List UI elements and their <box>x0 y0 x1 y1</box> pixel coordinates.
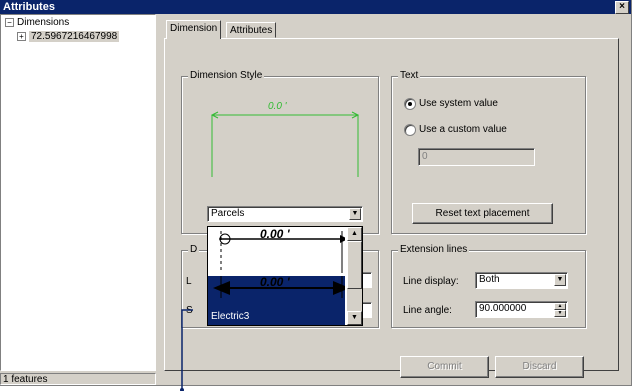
use-custom-value-radio[interactable] <box>404 124 416 136</box>
scroll-down-icon[interactable]: ▼ <box>347 311 362 325</box>
tree-node-label: 72.5967216467998 <box>29 31 120 42</box>
status-bar: 1 features <box>0 373 156 385</box>
button-label: Discard <box>522 361 557 372</box>
preview-text: 0.0 ' <box>268 101 287 112</box>
reset-text-placement-button[interactable]: Reset text placement <box>412 203 553 224</box>
sample-arrowhead <box>333 281 345 295</box>
group-label: D <box>188 244 200 255</box>
commit-button[interactable]: Commit <box>400 356 489 378</box>
scroll-up-icon[interactable]: ▲ <box>347 227 362 241</box>
hidden-row-label: L <box>186 276 192 287</box>
title-bar[interactable]: Attributes × <box>0 0 631 14</box>
dimension-style-list[interactable]: 0.00 ' 0.00 ' Electric3 ▲ ▼ <box>207 226 363 326</box>
use-system-value-label[interactable]: Use system value <box>419 98 498 109</box>
list-item-selected[interactable]: 0.00 ' Electric3 <box>208 275 345 325</box>
sample-text: 0.00 ' <box>260 275 290 289</box>
custom-value: 0 <box>422 151 428 162</box>
tab-label: Dimension <box>170 23 218 34</box>
attributes-window: Attributes × − Dimensions +72.59672164679… <box>0 0 632 386</box>
list-scrollbar[interactable]: ▲ ▼ <box>347 227 362 325</box>
line-angle-field[interactable]: 90.000000 ▲ ▼ <box>475 301 568 318</box>
chevron-down-icon[interactable]: ▼ <box>349 208 361 220</box>
chevron-down-icon[interactable]: ▼ <box>554 274 566 286</box>
discard-button[interactable]: Discard <box>495 356 584 378</box>
expand-icon[interactable]: + <box>17 31 26 41</box>
button-label: Commit <box>427 361 462 372</box>
use-custom-value-label[interactable]: Use a custom value <box>419 124 507 135</box>
dimension-style-select[interactable]: Parcels ▼ <box>207 206 363 222</box>
selected-style: Parcels <box>211 208 245 219</box>
group-label: Extension lines <box>398 244 470 255</box>
group-label: Text <box>398 70 421 81</box>
hidden-row-label: S <box>186 305 193 316</box>
line-angle-value: 90.000000 <box>479 303 527 314</box>
tree-node-dimension-feature[interactable]: +72.5967216467998 <box>17 31 120 42</box>
tree-node-label: Dimensions <box>17 17 70 28</box>
spin-up-icon[interactable]: ▲ <box>554 303 566 310</box>
scrollbar-thumb[interactable] <box>347 241 362 289</box>
style-name: Electric3 <box>211 311 250 322</box>
use-system-value-radio[interactable] <box>404 98 416 110</box>
spin-down-icon[interactable]: ▼ <box>554 310 566 317</box>
close-icon[interactable]: × <box>615 1 629 14</box>
tree-node-dimensions[interactable]: − Dimensions <box>5 17 69 28</box>
line-display-label: Line display: <box>403 276 459 287</box>
feature-count: 1 features <box>3 374 48 385</box>
tab-dimension[interactable]: Dimension <box>166 20 222 39</box>
tab-label: Attributes <box>230 25 273 36</box>
line-display-select[interactable]: Both ▼ <box>475 272 568 289</box>
collapse-icon[interactable]: − <box>5 17 14 27</box>
button-label: Reset text placement <box>435 208 530 219</box>
tab-attributes[interactable]: Attributes <box>226 22 277 38</box>
custom-value-field[interactable]: 0 <box>418 148 535 166</box>
line-display-value: Both <box>479 274 500 285</box>
list-item[interactable]: 0.00 ' <box>208 227 345 276</box>
line-angle-label: Line angle: <box>403 305 452 316</box>
window-title: Attributes <box>3 1 55 13</box>
sample-text: 0.00 ' <box>260 227 290 241</box>
feature-tree[interactable]: − Dimensions +72.5967216467998 <box>0 14 156 371</box>
dimension-preview <box>210 111 360 177</box>
